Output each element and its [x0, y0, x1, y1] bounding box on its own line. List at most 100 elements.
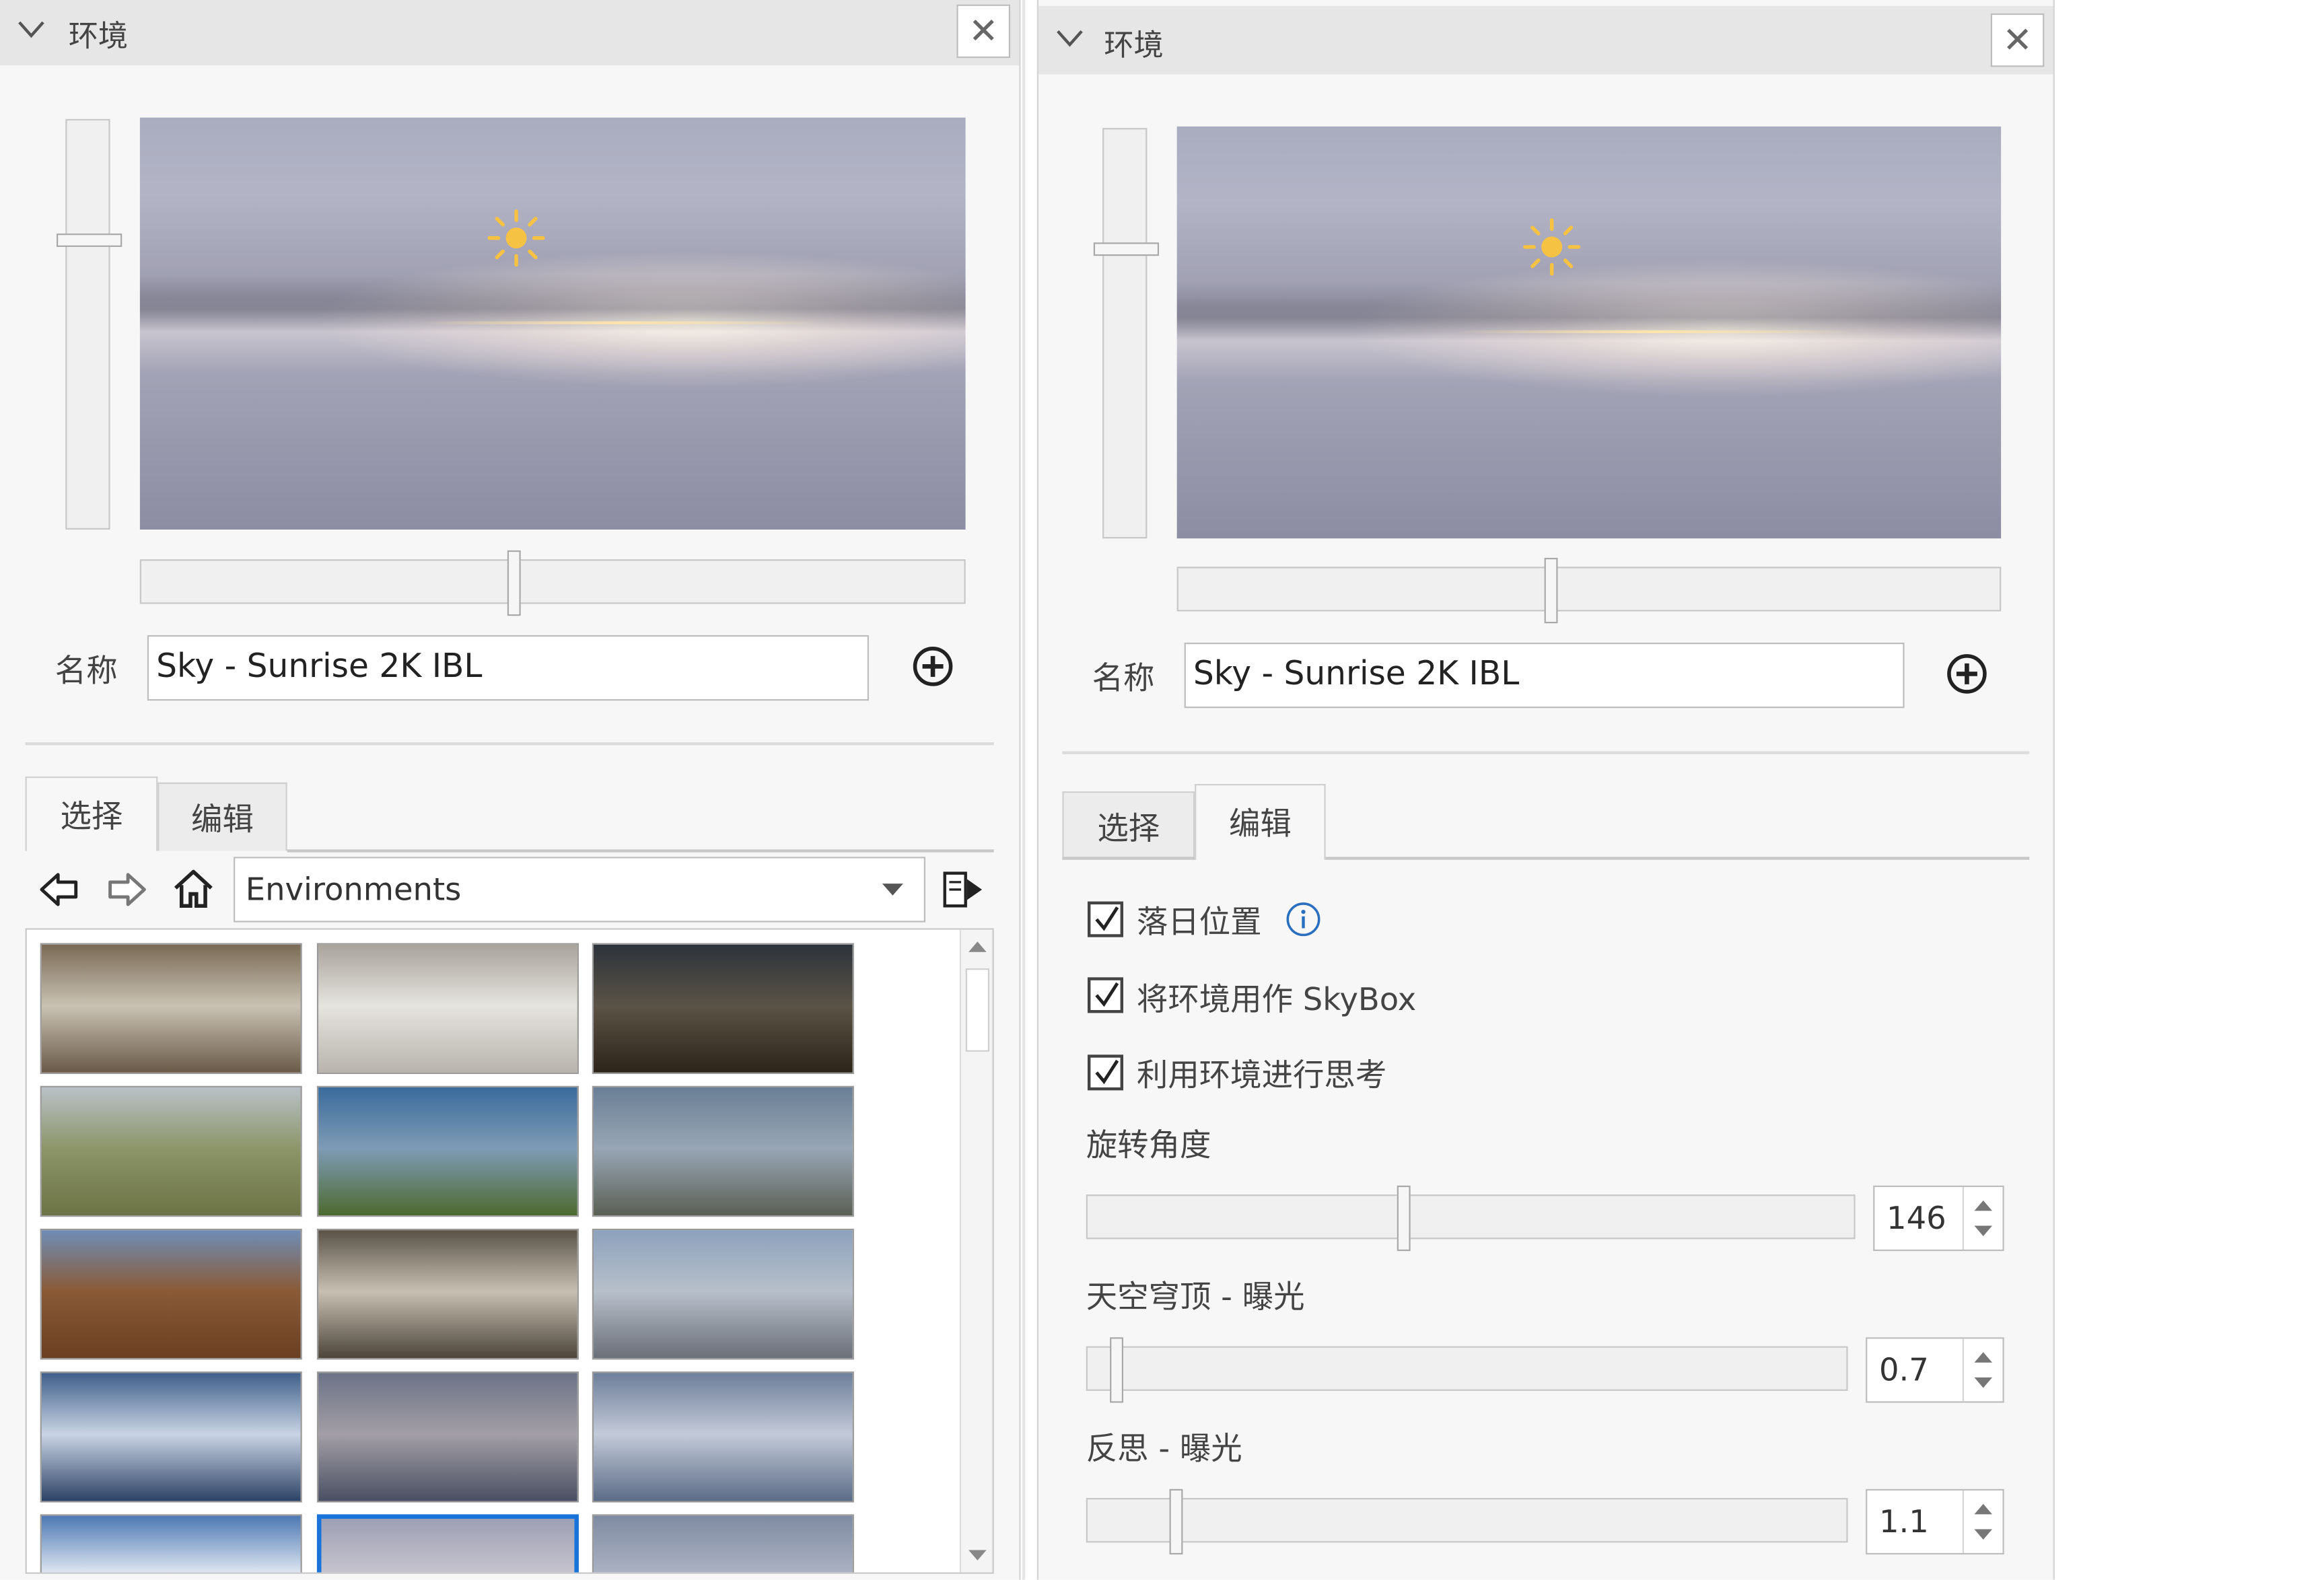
forward-arrow-icon[interactable]	[104, 867, 149, 912]
value-spinbox[interactable]: 0.7	[1866, 1337, 2004, 1403]
increment-arrow-icon[interactable]	[1974, 1200, 1992, 1211]
spinbox-value[interactable]: 146	[1887, 1187, 1946, 1250]
close-icon: ✕	[2002, 19, 2033, 61]
checkmark-icon	[1095, 906, 1119, 931]
environment-thumbnail-sky-grey[interactable]	[592, 1514, 854, 1573]
spinbox-buttons	[1962, 1187, 2003, 1250]
environment-thumbnail-blue-sky-meadow[interactable]	[316, 1085, 579, 1217]
environment-thumbnail-warehouse-interior-1[interactable]	[40, 943, 302, 1075]
environment-thumbnail-empty-hall[interactable]	[316, 1228, 579, 1360]
tab-label: 编辑	[191, 801, 254, 837]
chevron-down-icon	[882, 884, 903, 896]
vertical-position-slider[interactable]	[1093, 128, 1160, 539]
scroll-down-icon[interactable]	[969, 1550, 987, 1560]
value-slider[interactable]	[1086, 1488, 1848, 1555]
slider-label: 天空穹顶 - 曝光	[1086, 1279, 1305, 1316]
tab-underline	[1062, 857, 1195, 860]
environment-thumbnail-rooftop-snow[interactable]	[592, 1228, 854, 1360]
horizontal-position-slider[interactable]	[139, 550, 966, 616]
home-icon[interactable]	[171, 866, 215, 910]
name-input[interactable]: Sky - Sunrise 2K IBL	[1184, 642, 1905, 709]
chevron-down-icon[interactable]	[18, 21, 45, 39]
panel-titlebar[interactable]: 环境 ✕	[0, 0, 1020, 66]
environment-preview[interactable]	[1176, 126, 2002, 539]
tab-edit[interactable]: 编辑	[1195, 783, 1326, 860]
environment-thumbnail-warehouse-interior-2[interactable]	[316, 943, 579, 1075]
environment-thumbnail-dusk-field[interactable]	[592, 943, 854, 1075]
environment-thumbnail-grid	[25, 928, 994, 1574]
decrement-arrow-icon[interactable]	[1974, 1225, 1992, 1237]
checkbox-use-as-skybox[interactable]	[1087, 977, 1124, 1013]
vertical-scrollbar[interactable]	[959, 929, 993, 1573]
value-spinbox[interactable]: 1.1	[1866, 1488, 2004, 1555]
checkbox-label: 利用环境进行思考	[1136, 1057, 1387, 1093]
tab-underline	[1325, 857, 2030, 860]
horizontal-position-slider[interactable]	[1176, 557, 2002, 624]
slider-thumb[interactable]	[57, 234, 122, 247]
panel-title: 环境	[68, 17, 129, 54]
environment-panel-edit: 环境 ✕ 名称 Sky - Sunrise 2K IBL 选择 编辑 落日位置 …	[1036, 0, 2055, 1580]
checkbox-use-for-reflections[interactable]	[1087, 1054, 1124, 1091]
sun-position-icon[interactable]	[487, 208, 546, 267]
panel-titlebar[interactable]: 环境 ✕	[1038, 5, 2053, 75]
decrement-arrow-icon[interactable]	[1974, 1529, 1992, 1540]
slider-thumb[interactable]	[1397, 1185, 1411, 1252]
sun-position-icon[interactable]	[1522, 217, 1581, 277]
environment-thumbnail-sky-overcast-pink[interactable]	[316, 1371, 579, 1503]
horizon-glow	[420, 321, 817, 325]
tab-label: 选择	[60, 797, 123, 834]
info-icon[interactable]	[1286, 902, 1321, 937]
section-divider	[25, 742, 994, 746]
decrement-arrow-icon[interactable]	[1974, 1377, 1992, 1388]
back-arrow-icon[interactable]	[37, 867, 81, 912]
slider-thumb[interactable]	[1093, 242, 1160, 256]
section-divider	[1062, 751, 2030, 754]
slider-thumb[interactable]	[1544, 557, 1558, 624]
slider-thumb[interactable]	[507, 550, 521, 616]
spinbox-value[interactable]: 0.7	[1879, 1339, 1929, 1402]
environment-thumbnail-sky-overcast-blue[interactable]	[592, 1371, 854, 1503]
increment-arrow-icon[interactable]	[1974, 1352, 1992, 1363]
location-dropdown[interactable]: Environments	[234, 857, 925, 923]
environment-thumbnail-sky-sunrise-selected[interactable]	[316, 1514, 579, 1573]
tab-edit[interactable]: 编辑	[157, 782, 287, 851]
environment-panel-select: 环境 ✕ 名称 Sky - Sunrise 2K IBL 选择 编辑 Envir…	[0, 0, 1021, 1580]
checkbox-label: 将环境用作 SkyBox	[1136, 981, 1417, 1018]
close-button[interactable]: ✕	[1990, 13, 2045, 67]
name-label: 名称	[55, 653, 118, 689]
slider-thumb[interactable]	[1110, 1337, 1124, 1403]
increment-arrow-icon[interactable]	[1974, 1503, 1992, 1515]
environment-thumbnail-city-panorama-cloudy[interactable]	[592, 1085, 854, 1217]
name-input[interactable]: Sky - Sunrise 2K IBL	[147, 635, 869, 701]
add-environment-icon[interactable]	[1944, 651, 1989, 696]
tab-label: 编辑	[1228, 806, 1292, 842]
value-slider[interactable]	[1086, 1337, 1848, 1403]
environment-thumbnail-green-field-trees[interactable]	[40, 1085, 302, 1217]
checkmark-icon	[1095, 982, 1119, 1007]
close-button[interactable]: ✕	[956, 4, 1010, 59]
checkmark-icon	[1095, 1059, 1119, 1085]
vertical-position-slider[interactable]	[57, 118, 122, 530]
details-toggle-icon[interactable]	[940, 867, 985, 912]
scroll-up-icon[interactable]	[969, 941, 987, 952]
tab-select[interactable]: 选择	[25, 776, 158, 851]
tab-label: 选择	[1097, 810, 1160, 846]
checkbox-sunset-position[interactable]	[1087, 901, 1124, 937]
scrollbar-thumb[interactable]	[965, 968, 990, 1052]
environment-thumbnail-sky-clouds-blue[interactable]	[40, 1514, 302, 1573]
spinbox-buttons	[1962, 1338, 2003, 1402]
value-spinbox[interactable]: 146	[1873, 1185, 2004, 1252]
spinbox-value[interactable]: 1.1	[1879, 1491, 1929, 1553]
environment-thumbnail-sky-blue-horizon[interactable]	[40, 1371, 302, 1503]
horizon-glow	[1456, 330, 1853, 334]
tab-select[interactable]: 选择	[1062, 791, 1195, 860]
environment-thumbnail-autumn-forest[interactable]	[40, 1228, 302, 1360]
value-slider[interactable]	[1086, 1185, 1856, 1252]
chevron-down-icon[interactable]	[1057, 30, 1084, 48]
panel-title: 环境	[1104, 26, 1164, 63]
slider-thumb[interactable]	[1169, 1488, 1183, 1555]
name-label: 名称	[1092, 660, 1155, 696]
add-environment-icon[interactable]	[911, 644, 955, 688]
location-value: Environments	[245, 871, 462, 908]
environment-preview[interactable]	[139, 117, 966, 530]
